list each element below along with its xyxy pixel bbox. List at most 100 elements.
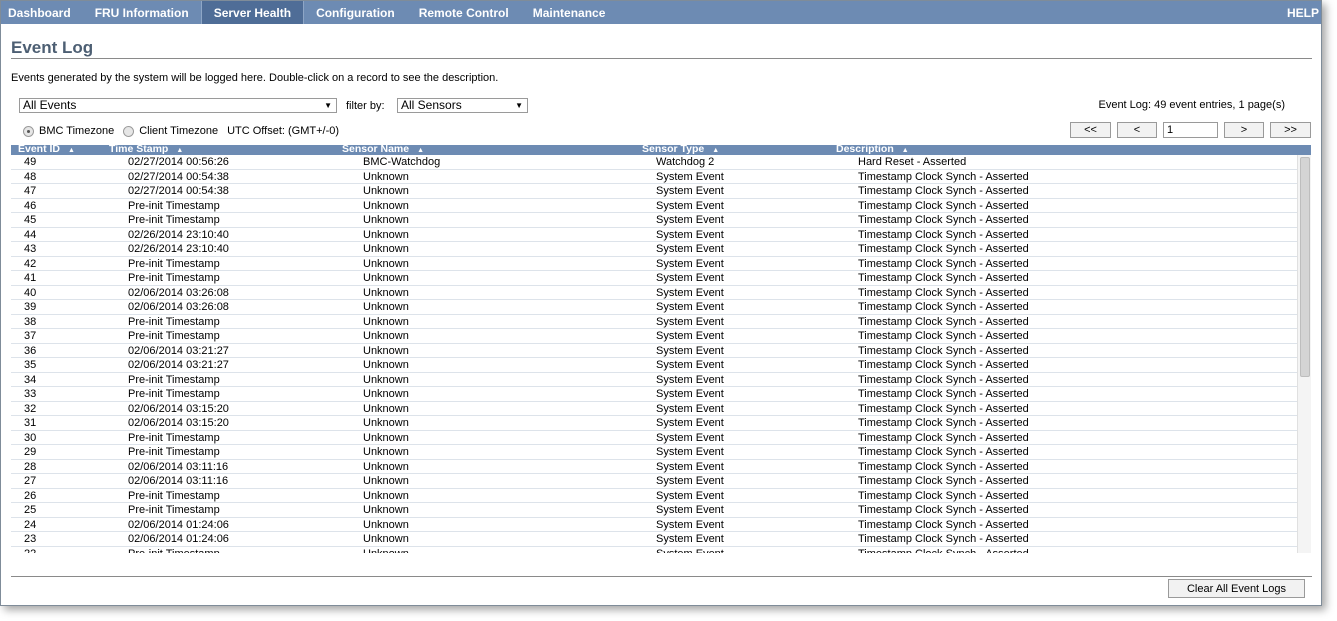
scrollbar-thumb[interactable] bbox=[1300, 157, 1310, 377]
time-stamp-cell: 02/27/2014 00:54:38 bbox=[128, 185, 229, 197]
time-stamp-cell: 02/27/2014 00:54:38 bbox=[128, 170, 229, 183]
sensor-name-cell: BMC-Watchdog bbox=[363, 156, 441, 168]
sensor-type-cell: System Event bbox=[656, 460, 724, 473]
sensor-name-cell: Unknown bbox=[363, 373, 409, 386]
event-id-cell: 47 bbox=[24, 185, 37, 197]
nav-dashboard[interactable]: Dashboard bbox=[1, 1, 83, 24]
nav-server-health[interactable]: Server Health bbox=[200, 1, 305, 24]
nav-remote-control[interactable]: Remote Control bbox=[407, 1, 521, 24]
sensor-type-cell: System Event bbox=[656, 301, 724, 313]
timezone-options: BMC Timezone Client Timezone UTC Offset:… bbox=[23, 125, 339, 137]
table-row[interactable]: 42 Pre-init Timestamp Unknown System Event T… bbox=[11, 257, 1297, 271]
sensor-name-cell: Unknown bbox=[363, 199, 409, 212]
sensor-type-cell: System Event bbox=[656, 257, 724, 270]
sensor-type-cell: System Event bbox=[656, 214, 724, 226]
clear-all-event-logs-button[interactable]: Clear All Event Logs bbox=[1168, 579, 1305, 598]
table-row[interactable]: 29 Pre-init Timestamp Unknown System Event T… bbox=[11, 445, 1297, 460]
client-timezone-label[interactable]: Client Timezone bbox=[139, 125, 218, 137]
table-row[interactable]: 41 Pre-init Timestamp Unknown System Event T… bbox=[11, 271, 1297, 286]
sensor-name-cell: Unknown bbox=[363, 547, 409, 554]
time-stamp-cell: Pre-init Timestamp bbox=[128, 446, 220, 458]
sensor-filter-select[interactable]: All Sensors ▼ bbox=[397, 98, 528, 113]
table-row[interactable]: 44 02/26/2014 23:10:40 Unknown System Event… bbox=[11, 228, 1297, 242]
table-row[interactable]: 25 Pre-init Timestamp Unknown System Event T… bbox=[11, 503, 1297, 518]
first-page-button[interactable]: << bbox=[1070, 122, 1111, 138]
table-row[interactable]: 49 02/27/2014 00:56:26 BMC-Watchdog Watchdo… bbox=[11, 155, 1297, 170]
time-stamp-cell: Pre-init Timestamp bbox=[128, 489, 220, 502]
event-id-cell: 43 bbox=[24, 243, 37, 255]
sensor-name-cell: Unknown bbox=[363, 315, 409, 328]
table-row[interactable]: 37 Pre-init Timestamp Unknown System Event T… bbox=[11, 329, 1297, 344]
sensor-type-cell: System Event bbox=[656, 373, 724, 386]
page-number-input[interactable]: 1 bbox=[1163, 122, 1218, 138]
event-type-select[interactable]: All Events ▼ bbox=[19, 98, 337, 113]
time-stamp-cell: Pre-init Timestamp bbox=[128, 431, 220, 444]
time-stamp-cell: 02/06/2014 03:15:20 bbox=[128, 417, 229, 429]
table-row[interactable]: 32 02/06/2014 03:15:20 Unknown System Event… bbox=[11, 402, 1297, 416]
table-row[interactable]: 26 Pre-init Timestamp Unknown System Event T… bbox=[11, 489, 1297, 503]
sensor-type-cell: System Event bbox=[656, 228, 724, 241]
table-row[interactable]: 28 02/06/2014 03:11:16 Unknown System Event… bbox=[11, 460, 1297, 474]
table-row[interactable]: 23 02/06/2014 01:24:06 Unknown System Event… bbox=[11, 532, 1297, 547]
table-row[interactable]: 38 Pre-init Timestamp Unknown System Event T… bbox=[11, 315, 1297, 329]
nav-configuration[interactable]: Configuration bbox=[304, 1, 407, 24]
bmc-timezone-label[interactable]: BMC Timezone bbox=[39, 125, 114, 137]
next-page-button[interactable]: > bbox=[1224, 122, 1264, 138]
sensor-name-cell: Unknown bbox=[363, 344, 409, 357]
event-id-cell: 35 bbox=[24, 359, 37, 371]
description-cell: Timestamp Clock Synch - Asserted bbox=[858, 301, 1029, 313]
sensor-type-cell: System Event bbox=[656, 431, 724, 444]
table-row[interactable]: 40 02/06/2014 03:26:08 Unknown System Event… bbox=[11, 286, 1297, 300]
table-row[interactable]: 35 02/06/2014 03:21:27 Unknown System Event… bbox=[11, 358, 1297, 373]
dropdown-arrow-icon: ▼ bbox=[515, 101, 523, 110]
sensor-type-cell: System Event bbox=[656, 518, 724, 531]
event-id-cell: 24 bbox=[24, 518, 37, 531]
event-type-value: All Events bbox=[23, 98, 77, 112]
table-row[interactable]: 39 02/06/2014 03:26:08 Unknown System Event… bbox=[11, 300, 1297, 315]
time-stamp-cell: Pre-init Timestamp bbox=[128, 388, 220, 400]
event-id-cell: 34 bbox=[24, 373, 37, 386]
client-timezone-radio[interactable] bbox=[123, 125, 135, 137]
sensor-name-cell: Unknown bbox=[363, 228, 409, 241]
sort-icon: ▲ bbox=[712, 147, 720, 154]
time-stamp-cell: 02/26/2014 23:10:40 bbox=[128, 228, 229, 241]
table-row[interactable]: 45 Pre-init Timestamp Unknown System Event T… bbox=[11, 213, 1297, 228]
bottom-divider bbox=[11, 576, 1312, 577]
table-row[interactable]: 31 02/06/2014 03:15:20 Unknown System Event… bbox=[11, 416, 1297, 431]
time-stamp-cell: 02/06/2014 03:21:27 bbox=[128, 344, 229, 357]
sensor-type-cell: System Event bbox=[656, 359, 724, 371]
sensor-type-cell: System Event bbox=[656, 417, 724, 429]
description-cell: Timestamp Clock Synch - Asserted bbox=[858, 402, 1029, 415]
event-id-cell: 38 bbox=[24, 315, 37, 328]
sensor-name-cell: Unknown bbox=[363, 446, 409, 458]
table-row[interactable]: 43 02/26/2014 23:10:40 Unknown System Event… bbox=[11, 242, 1297, 257]
prev-page-button[interactable]: < bbox=[1117, 122, 1157, 138]
description-cell: Timestamp Clock Synch - Asserted bbox=[858, 185, 1029, 197]
description-cell: Timestamp Clock Synch - Asserted bbox=[858, 431, 1029, 444]
nav-maintenance[interactable]: Maintenance bbox=[521, 1, 618, 24]
table-row[interactable]: 46 Pre-init Timestamp Unknown System Event T… bbox=[11, 199, 1297, 213]
description-cell: Timestamp Clock Synch - Asserted bbox=[858, 373, 1029, 386]
sensor-name-cell: Unknown bbox=[363, 388, 409, 400]
table-row[interactable]: 48 02/27/2014 00:54:38 Unknown System Event… bbox=[11, 170, 1297, 184]
last-page-button[interactable]: >> bbox=[1270, 122, 1311, 138]
table-row[interactable]: 36 02/06/2014 03:21:27 Unknown System Event… bbox=[11, 344, 1297, 358]
filter-by-label: filter by: bbox=[346, 100, 385, 112]
table-row[interactable]: 27 02/06/2014 03:11:16 Unknown System Event… bbox=[11, 474, 1297, 489]
table-row[interactable]: 47 02/27/2014 00:54:38 Unknown System Event… bbox=[11, 184, 1297, 199]
sensor-name-cell: Unknown bbox=[363, 518, 409, 531]
table-row[interactable]: 24 02/06/2014 01:24:06 Unknown System Event… bbox=[11, 518, 1297, 532]
bmc-timezone-radio[interactable] bbox=[23, 125, 34, 137]
table-row[interactable]: 33 Pre-init Timestamp Unknown System Event T… bbox=[11, 387, 1297, 402]
description-cell: Timestamp Clock Synch - Asserted bbox=[858, 475, 1029, 487]
nav-fru-information[interactable]: FRU Information bbox=[83, 1, 201, 24]
sensor-name-cell: Unknown bbox=[363, 301, 409, 313]
table-scrollbar[interactable] bbox=[1297, 155, 1311, 553]
table-row[interactable]: 30 Pre-init Timestamp Unknown System Event T… bbox=[11, 431, 1297, 445]
table-row[interactable]: 34 Pre-init Timestamp Unknown System Event T… bbox=[11, 373, 1297, 387]
time-stamp-cell: 02/26/2014 23:10:40 bbox=[128, 243, 229, 255]
table-row[interactable]: 22 Pre-init Timestamp Unknown System Event T… bbox=[11, 547, 1297, 554]
help-link[interactable]: HELP bbox=[1287, 1, 1321, 24]
sensor-type-cell: System Event bbox=[656, 446, 724, 458]
event-id-cell: 48 bbox=[24, 170, 37, 183]
